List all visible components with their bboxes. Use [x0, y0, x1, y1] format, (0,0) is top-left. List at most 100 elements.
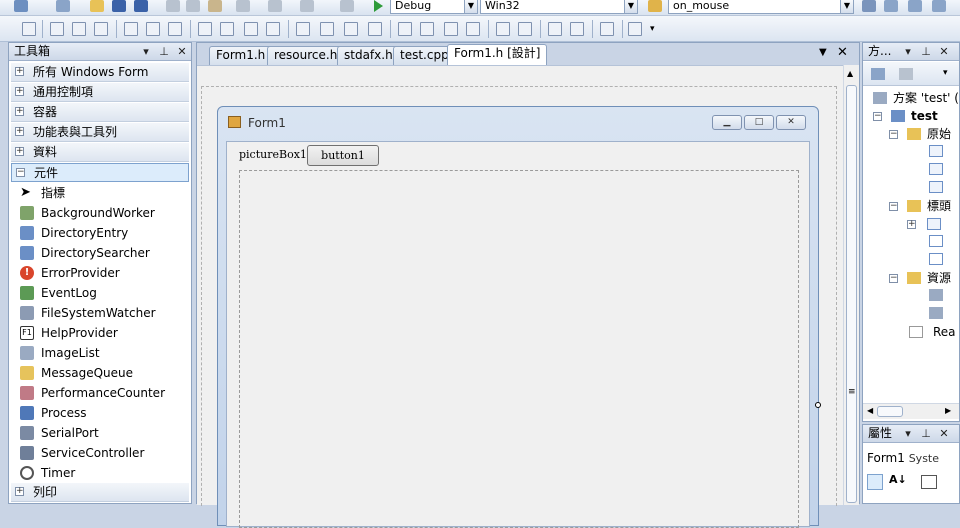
find-icon[interactable] [862, 0, 876, 12]
properties-icon[interactable] [871, 68, 885, 80]
toolbox-item-backgroundworker[interactable]: BackgroundWorker [11, 203, 189, 223]
toolbox-category-data[interactable]: + 資料 [11, 143, 189, 162]
center-horizontally-icon[interactable] [496, 22, 510, 36]
close-icon[interactable]: ✕ [937, 44, 951, 59]
send-to-back-icon[interactable] [570, 22, 584, 36]
scroll-left-icon[interactable]: ◀ [867, 406, 873, 415]
scroll-up-icon[interactable]: ▲ [847, 69, 853, 78]
make-same-size-icon[interactable] [266, 22, 280, 36]
undo-icon[interactable] [236, 0, 250, 12]
property-pages-icon[interactable] [921, 475, 937, 489]
resource-file-icon[interactable] [929, 289, 943, 301]
bring-to-front-icon[interactable] [548, 22, 562, 36]
scrollbar-thumb[interactable] [877, 406, 903, 417]
platform-combo[interactable]: Win32 ▼ [480, 0, 638, 14]
vertical-spacing-remove-icon[interactable] [466, 22, 480, 36]
header-files-folder[interactable]: − 標頭 [889, 197, 951, 215]
close-document-icon[interactable]: ✕ [837, 45, 848, 60]
vertical-scrollbar[interactable]: ▲ ≡ [843, 65, 859, 505]
make-same-height-icon[interactable] [244, 22, 258, 36]
align-rights-icon[interactable] [94, 22, 108, 36]
tab-order-icon[interactable] [600, 22, 614, 36]
toolbox-item-errorprovider[interactable]: ! ErrorProvider [11, 263, 189, 283]
toolbox-item-serialport[interactable]: SerialPort [11, 423, 189, 443]
tab-form1-h[interactable]: Form1.h [209, 46, 273, 65]
cut-icon[interactable] [166, 0, 180, 12]
cpp-file-icon[interactable] [929, 163, 943, 175]
show-all-files-icon[interactable] [899, 68, 913, 80]
align-to-grid-icon[interactable] [22, 22, 36, 36]
readme-file[interactable]: Rea [909, 323, 956, 341]
align-tops-icon[interactable] [124, 22, 138, 36]
toolbar-overflow-icon[interactable]: ▾ [650, 24, 655, 34]
toolbox-category-components[interactable]: − 元件 [11, 163, 189, 182]
button1[interactable]: button1 [307, 145, 379, 166]
minimize-button[interactable]: ▁ [712, 115, 742, 130]
toolbox-item-performancecounter[interactable]: PerformanceCounter [11, 383, 189, 403]
toolbox-item-process[interactable]: Process [11, 403, 189, 423]
toolbox-category-menus-toolbars[interactable]: + 功能表與工具列 [11, 123, 189, 142]
tab-stdafx-h[interactable]: stdafx.h [337, 46, 400, 65]
source-files-folder[interactable]: − 原始 [889, 125, 951, 143]
navigate-forward-icon[interactable] [340, 0, 354, 12]
open-folder-icon[interactable] [90, 0, 104, 12]
project-node[interactable]: − test [873, 107, 938, 125]
toolbox-category-common-controls[interactable]: + 通用控制項 [11, 83, 189, 102]
toolbox-item-directoryentry[interactable]: DirectoryEntry [11, 223, 189, 243]
properties-window-icon[interactable] [908, 0, 922, 12]
navigate-icon[interactable] [300, 0, 314, 12]
scroll-right-icon[interactable]: ▶ [945, 406, 951, 415]
maximize-button[interactable]: □ [744, 115, 774, 130]
toolbox-item-timer[interactable]: Timer [11, 463, 189, 483]
window-position-icon[interactable]: ▾ [901, 426, 915, 441]
resource-file-icon[interactable] [929, 307, 943, 319]
toolbox-icon[interactable] [932, 0, 946, 12]
close-icon[interactable]: ✕ [175, 44, 189, 59]
window-position-icon[interactable]: ▾ [139, 44, 153, 59]
find-combo[interactable]: on_mouse ▼ [668, 0, 854, 14]
form-resize-handle[interactable] [815, 402, 821, 408]
toolbox-category-all-windows-form[interactable]: + 所有 Windows Form [11, 63, 189, 82]
vertical-spacing-increase-icon[interactable] [420, 22, 434, 36]
toolbox-item-imagelist[interactable]: ImageList [11, 343, 189, 363]
toolbox-item-eventlog[interactable]: EventLog [11, 283, 189, 303]
alphabetical-icon[interactable]: A↓ [889, 473, 907, 486]
tab-resource-h[interactable]: resource.h [267, 46, 345, 65]
auto-hide-pin-icon[interactable]: ⊥ [919, 426, 933, 441]
header-file-icon[interactable] [929, 235, 943, 247]
properties-object-selector[interactable]: Form1 Syste [867, 451, 957, 467]
toolbox-category-printing[interactable]: + 列印 [11, 483, 189, 502]
cpp-file-icon[interactable] [929, 145, 943, 157]
form-window[interactable]: Form1 ▁ □ ✕ pictureBox1 button1 [217, 106, 819, 528]
resource-files-folder[interactable]: − 資源 [889, 269, 951, 287]
categorized-icon[interactable] [867, 474, 883, 490]
toolbar-overflow-icon[interactable]: ▾ [943, 68, 948, 78]
start-debug-icon[interactable] [374, 0, 383, 12]
horizontal-scrollbar[interactable]: ◀ ▶ [863, 403, 959, 419]
align-lefts-icon[interactable] [50, 22, 64, 36]
active-files-dropdown-icon[interactable]: ▼ [819, 47, 827, 58]
solution-root[interactable]: 方案 'test' ( [873, 89, 959, 107]
vertical-spacing-decrease-icon[interactable] [444, 22, 458, 36]
tab-form1-design[interactable]: Form1.h [設計] [447, 44, 548, 65]
auto-hide-pin-icon[interactable]: ⊥ [157, 44, 171, 59]
paste-icon[interactable] [208, 0, 222, 12]
window-position-icon[interactable]: ▾ [901, 44, 915, 59]
toolbox-category-containers[interactable]: + 容器 [11, 103, 189, 122]
size-to-grid-icon[interactable] [220, 22, 234, 36]
center-vertically-icon[interactable] [518, 22, 532, 36]
toolbox-item-pointer[interactable]: ➤ 指標 [11, 183, 189, 203]
toolbox-item-messagequeue[interactable]: MessageQueue [11, 363, 189, 383]
scrollbar-thumb[interactable] [846, 85, 857, 503]
cpp-file-icon[interactable] [929, 181, 943, 193]
lock-controls-icon[interactable] [628, 22, 642, 36]
toolbox-item-helpprovider[interactable]: F1 HelpProvider [11, 323, 189, 343]
toolbox-item-directorysearcher[interactable]: DirectorySearcher [11, 243, 189, 263]
header-file-icon[interactable] [929, 253, 943, 265]
align-bottoms-icon[interactable] [168, 22, 182, 36]
solution-config-combo[interactable]: Debug ▼ [390, 0, 478, 14]
align-middles-icon[interactable] [146, 22, 160, 36]
picturebox[interactable] [239, 170, 799, 528]
align-centers-icon[interactable] [72, 22, 86, 36]
redo-icon[interactable] [268, 0, 282, 12]
